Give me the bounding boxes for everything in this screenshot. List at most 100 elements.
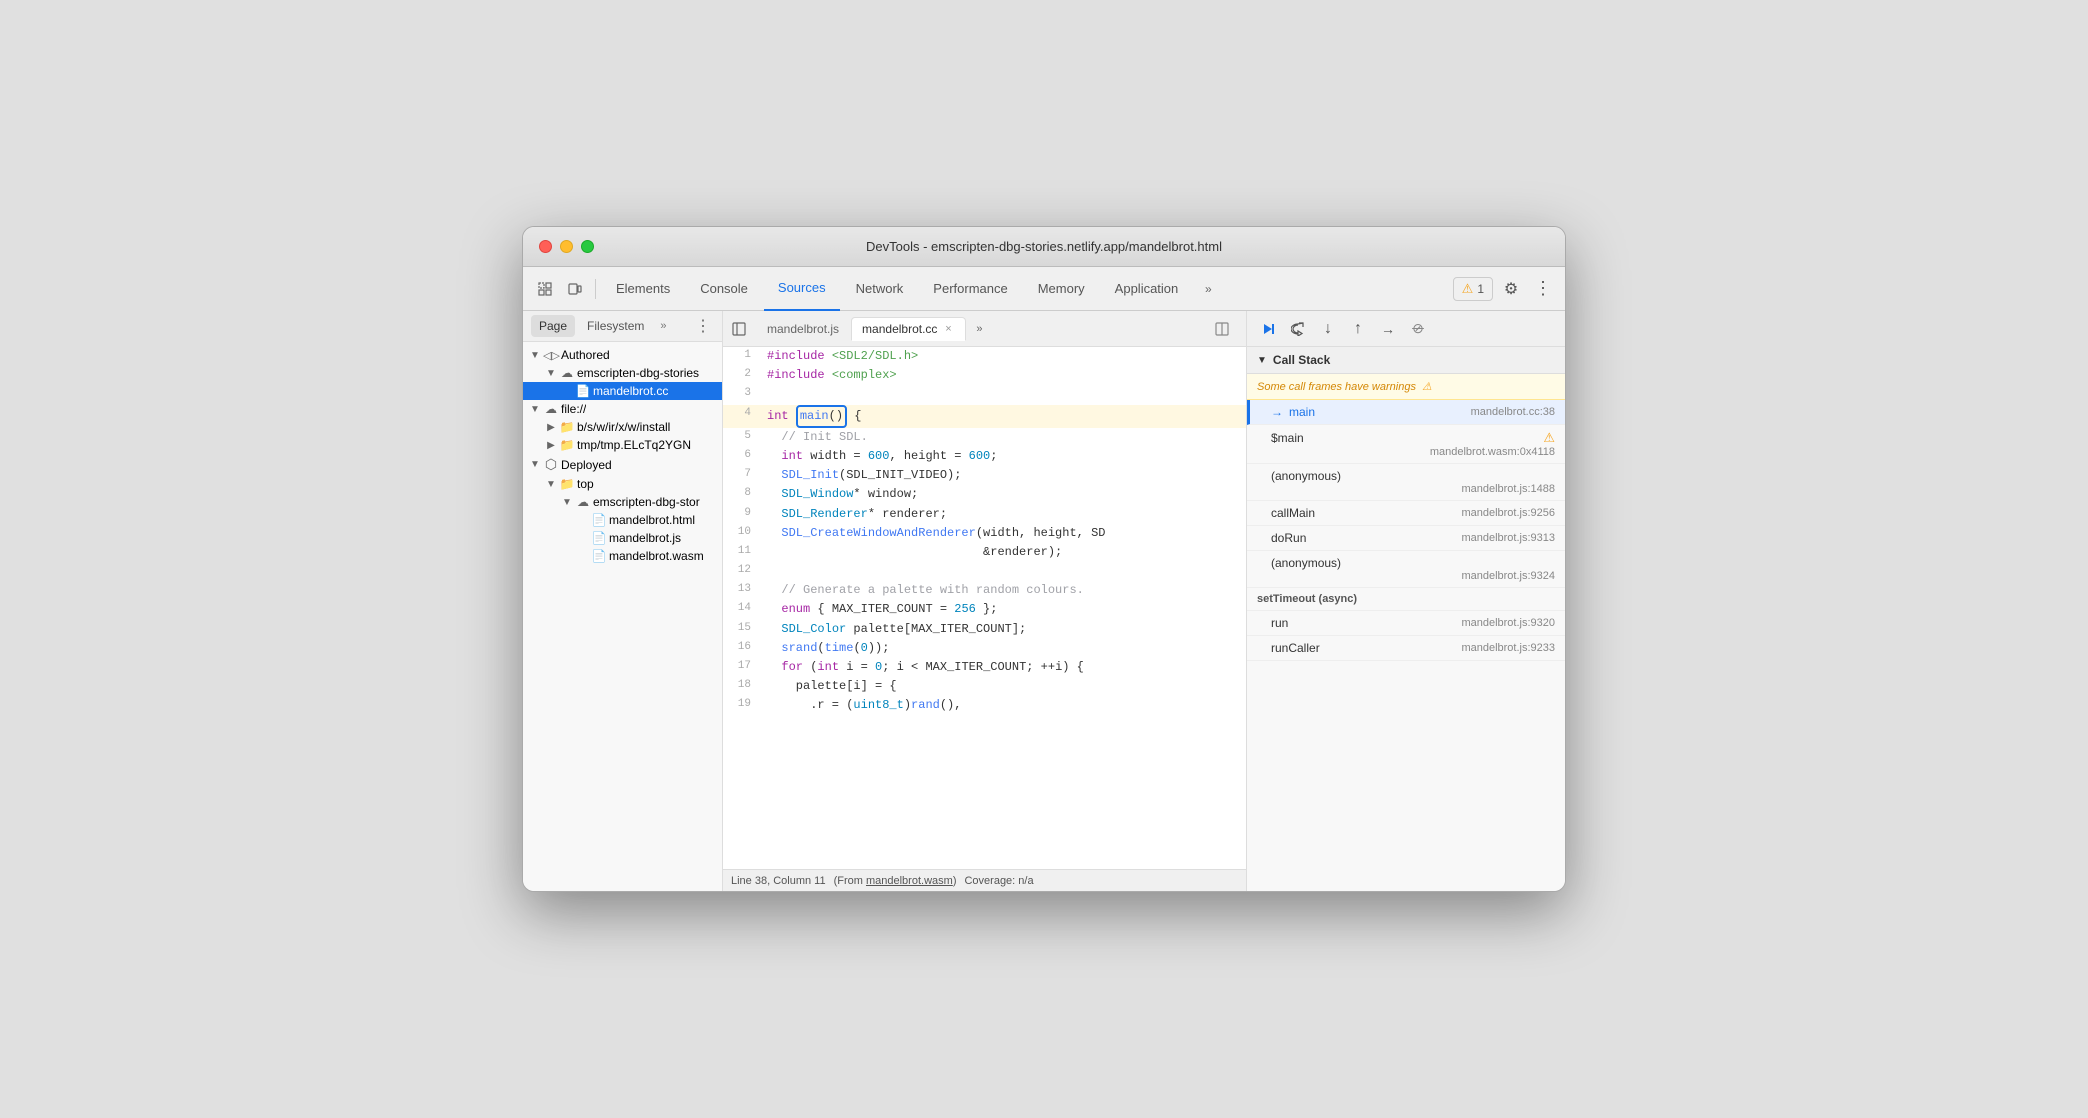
emscripten-deployed-arrow-icon xyxy=(559,497,575,508)
step-into-button[interactable]: ↓ xyxy=(1315,316,1341,342)
frame-anon-1-location: mandelbrot.js:1488 xyxy=(1461,483,1555,495)
editor-tab-mandelbrot-cc[interactable]: mandelbrot.cc × xyxy=(851,317,966,341)
tab-sources[interactable]: Sources xyxy=(764,267,840,311)
call-frame-runcaller[interactable]: runCaller mandelbrot.js:9233 xyxy=(1247,636,1565,661)
call-frame-anon-2[interactable]: (anonymous) mandelbrot.js:9324 xyxy=(1247,551,1565,588)
right-panel: ↓ ↑ → ⊘ ▼ Call Stack Some call frames ha… xyxy=(1247,311,1565,891)
frame-run-location: mandelbrot.js:9320 xyxy=(1461,617,1555,629)
tab-network[interactable]: Network xyxy=(842,267,918,311)
line-num-7: 7 xyxy=(723,466,759,485)
call-frame-anon-1[interactable]: (anonymous) mandelbrot.js:1488 xyxy=(1247,464,1565,501)
line-num-15: 15 xyxy=(723,620,759,639)
frame-callmain-location: mandelbrot.js:9256 xyxy=(1461,507,1555,519)
editor-tab-mandelbrot-js[interactable]: mandelbrot.js xyxy=(757,318,849,340)
warning-banner-text: Some call frames have warnings xyxy=(1257,381,1416,393)
close-button[interactable] xyxy=(539,240,552,253)
tab-application[interactable]: Application xyxy=(1101,267,1193,311)
call-frame-callmain[interactable]: callMain mandelbrot.js:9256 xyxy=(1247,501,1565,526)
debug-toolbar: ↓ ↑ → ⊘ xyxy=(1247,311,1565,347)
deactivate-breakpoints-button[interactable]: ⊘ xyxy=(1405,316,1431,342)
line-num-19: 19 xyxy=(723,696,759,715)
code-line-1: 1 #include <SDL2/SDL.h> xyxy=(723,347,1246,366)
code-line-4: 4 int main() { xyxy=(723,405,1246,428)
step-button[interactable]: → xyxy=(1375,316,1401,342)
file-panel-tabs: Page Filesystem » ⋮ xyxy=(523,311,722,342)
maximize-button[interactable] xyxy=(581,240,594,253)
top-label: top xyxy=(577,477,594,491)
call-frame-main[interactable]: → main mandelbrot.cc:38 xyxy=(1247,400,1565,425)
line-num-17: 17 xyxy=(723,658,759,677)
cursor-position: Line 38, Column 11 xyxy=(731,875,826,887)
more-tabs-small-icon[interactable]: » xyxy=(656,316,670,336)
line-num-3: 3 xyxy=(723,385,759,404)
menu-icon[interactable]: ⋮ xyxy=(1529,275,1557,303)
step-out-button[interactable]: ↑ xyxy=(1345,316,1371,342)
step-over-button[interactable] xyxy=(1285,316,1311,342)
tree-top[interactable]: 📁 top xyxy=(523,475,722,493)
tab-memory[interactable]: Memory xyxy=(1024,267,1099,311)
call-stack-header[interactable]: ▼ Call Stack xyxy=(1247,347,1565,374)
file-tree: ◁▷ Authored ☁ emscripten-dbg-stories 📄 m… xyxy=(523,342,722,891)
titlebar: DevTools - emscripten-dbg-stories.netlif… xyxy=(523,227,1565,267)
line-content-14: enum { MAX_ITER_COUNT = 256 }; xyxy=(759,600,1246,619)
call-stack-title: Call Stack xyxy=(1273,353,1330,367)
editor-tab-js-label: mandelbrot.js xyxy=(767,322,839,336)
sidebar-toggle-icon[interactable] xyxy=(727,317,751,341)
tree-file[interactable]: ☁ file:// xyxy=(523,400,722,418)
tab-console[interactable]: Console xyxy=(686,267,762,311)
tree-mandelbrot-html[interactable]: 📄 mandelbrot.html xyxy=(523,511,722,529)
more-tabs-icon[interactable]: » xyxy=(1194,275,1222,303)
bsw-label: b/s/w/ir/x/w/install xyxy=(577,420,670,434)
frame-main-location: mandelbrot.cc:38 xyxy=(1471,406,1555,418)
editor-toolbar-split-icon[interactable] xyxy=(1210,317,1234,341)
mandelbrot-cc-file-icon: 📄 xyxy=(575,384,591,398)
close-tab-icon[interactable]: × xyxy=(941,322,955,336)
tree-mandelbrot-cc[interactable]: 📄 mandelbrot.cc xyxy=(523,382,722,400)
bsw-arrow-icon xyxy=(543,422,559,433)
tree-emscripten-deployed[interactable]: ☁ emscripten-dbg-stor xyxy=(523,493,722,511)
call-frame-dollar-main[interactable]: $main ⚠ mandelbrot.wasm:0x4118 xyxy=(1247,425,1565,464)
tree-bsw[interactable]: 📁 b/s/w/ir/x/w/install xyxy=(523,418,722,436)
tree-deployed[interactable]: ⬡ Deployed xyxy=(523,454,722,475)
source-info: (From mandelbrot.wasm) xyxy=(834,875,957,887)
active-frame-arrow-icon: → xyxy=(1271,405,1283,419)
code-editor[interactable]: 1 #include <SDL2/SDL.h> 2 #include <comp… xyxy=(723,347,1246,869)
source-suffix: ) xyxy=(953,875,957,887)
tree-emscripten-authored[interactable]: ☁ emscripten-dbg-stories xyxy=(523,364,722,382)
devtools-window: DevTools - emscripten-dbg-stories.netlif… xyxy=(522,226,1566,892)
mandelbrot-wasm-icon: 📄 xyxy=(591,549,607,563)
code-line-2: 2 #include <complex> xyxy=(723,366,1246,385)
warning-count: 1 xyxy=(1477,282,1484,296)
editor-more-tabs-icon[interactable]: » xyxy=(968,318,990,340)
inspector-icon[interactable] xyxy=(531,275,559,303)
tab-elements[interactable]: Elements xyxy=(602,267,684,311)
tree-authored[interactable]: ◁▷ Authored xyxy=(523,346,722,364)
tab-performance[interactable]: Performance xyxy=(919,267,1021,311)
settings-icon[interactable]: ⚙ xyxy=(1497,275,1525,303)
code-line-14: 14 enum { MAX_ITER_COUNT = 256 }; xyxy=(723,600,1246,619)
tab-filesystem[interactable]: Filesystem xyxy=(579,315,652,337)
tree-mandelbrot-wasm[interactable]: 📄 mandelbrot.wasm xyxy=(523,547,722,565)
tree-tmp[interactable]: 📁 tmp/tmp.ELcTq2YGN xyxy=(523,436,722,454)
window-title: DevTools - emscripten-dbg-stories.netlif… xyxy=(866,239,1222,254)
mandelbrot-html-label: mandelbrot.html xyxy=(609,513,695,527)
tab-page[interactable]: Page xyxy=(531,315,575,337)
tree-mandelbrot-js[interactable]: 📄 mandelbrot.js xyxy=(523,529,722,547)
line-content-16: srand(time(0)); xyxy=(759,639,1246,658)
line-content-2: #include <complex> xyxy=(759,366,1246,385)
code-table: 1 #include <SDL2/SDL.h> 2 #include <comp… xyxy=(723,347,1246,716)
call-frame-run[interactable]: run mandelbrot.js:9320 xyxy=(1247,611,1565,636)
device-toolbar-icon[interactable] xyxy=(561,275,589,303)
traffic-lights xyxy=(539,240,594,253)
minimize-button[interactable] xyxy=(560,240,573,253)
authored-folder-icon: ◁▷ xyxy=(543,349,559,362)
line-content-13: // Generate a palette with random colour… xyxy=(759,581,1246,600)
code-line-15: 15 SDL_Color palette[MAX_ITER_COUNT]; xyxy=(723,620,1246,639)
call-frame-dorun[interactable]: doRun mandelbrot.js:9313 xyxy=(1247,526,1565,551)
warning-badge[interactable]: ⚠ 1 xyxy=(1453,277,1493,301)
frame-dollar-main-name: $main xyxy=(1271,431,1537,445)
source-file: mandelbrot.wasm xyxy=(866,875,953,887)
mandelbrot-js-icon: 📄 xyxy=(591,531,607,545)
file-panel-menu-icon[interactable]: ⋮ xyxy=(692,315,714,337)
resume-button[interactable] xyxy=(1255,316,1281,342)
